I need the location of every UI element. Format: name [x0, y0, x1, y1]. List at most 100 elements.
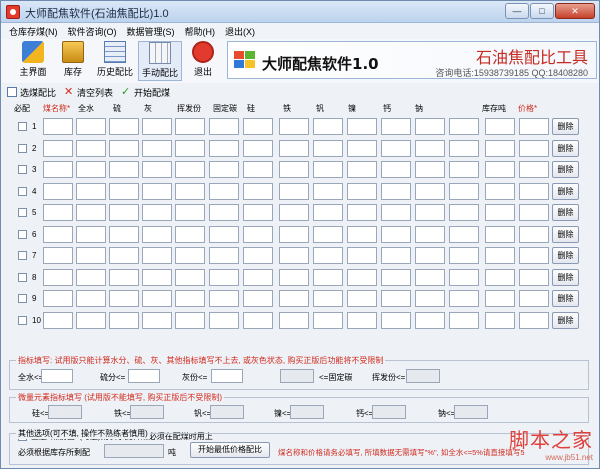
- lowest-price-button[interactable]: 开始最低价格配比: [190, 442, 270, 458]
- grid-cell-input[interactable]: [347, 268, 377, 286]
- grid-cell-input[interactable]: [243, 118, 273, 135]
- delete-row-button[interactable]: 删除: [552, 204, 579, 221]
- grid-cell-input[interactable]: [449, 268, 479, 286]
- row-required-checkbox[interactable]: [18, 208, 27, 217]
- grid-cell-input[interactable]: [175, 247, 205, 264]
- grid-cell-input[interactable]: [109, 118, 139, 135]
- grid-cell-input[interactable]: [175, 290, 205, 307]
- sodium-input[interactable]: [454, 405, 488, 419]
- grid-cell-input[interactable]: [76, 290, 106, 307]
- grid-cell-input[interactable]: [485, 182, 515, 200]
- grid-cell-input[interactable]: [243, 161, 273, 178]
- grid-cell-input[interactable]: [175, 182, 205, 200]
- row-required-checkbox[interactable]: [18, 294, 27, 303]
- grid-cell-input[interactable]: [313, 268, 343, 286]
- grid-cell-input[interactable]: [415, 290, 445, 307]
- grid-cell-input[interactable]: [519, 182, 549, 200]
- grid-cell-input[interactable]: [76, 311, 106, 329]
- grid-cell-input[interactable]: [209, 225, 239, 243]
- grid-cell-input[interactable]: [415, 182, 445, 200]
- grid-cell-input[interactable]: [175, 118, 205, 135]
- grid-cell-input[interactable]: [279, 182, 309, 200]
- grid-cell-input[interactable]: [313, 139, 343, 157]
- grid-cell-input[interactable]: [279, 118, 309, 135]
- grid-cell-input[interactable]: [109, 247, 139, 264]
- grid-cell-input[interactable]: [485, 118, 515, 135]
- grid-cell-input[interactable]: [519, 247, 549, 264]
- grid-cell-input[interactable]: [76, 225, 106, 243]
- grid-cell-input[interactable]: [76, 182, 106, 200]
- grid-cell-input[interactable]: [43, 182, 73, 200]
- grid-cell-input[interactable]: [381, 268, 411, 286]
- delete-row-button[interactable]: 删除: [552, 139, 579, 157]
- grid-cell-input[interactable]: [519, 268, 549, 286]
- grid-cell-input[interactable]: [43, 225, 73, 243]
- iron-input[interactable]: [130, 405, 164, 419]
- menu-help[interactable]: 帮助(H): [185, 25, 216, 38]
- grid-cell-input[interactable]: [381, 118, 411, 135]
- grid-cell-input[interactable]: [175, 139, 205, 157]
- grid-cell-input[interactable]: [313, 311, 343, 329]
- minimize-button[interactable]: —: [505, 3, 529, 19]
- tool-stock[interactable]: 库存: [53, 41, 93, 81]
- grid-cell-input[interactable]: [313, 290, 343, 307]
- tool-manual[interactable]: 手动配比: [138, 41, 182, 81]
- grid-cell-input[interactable]: [313, 161, 343, 178]
- grid-cell-input[interactable]: [209, 118, 239, 135]
- grid-cell-input[interactable]: [485, 225, 515, 243]
- grid-cell-input[interactable]: [449, 118, 479, 135]
- grid-cell-input[interactable]: [449, 225, 479, 243]
- grid-cell-input[interactable]: [209, 311, 239, 329]
- menu-storage[interactable]: 仓库存煤(N): [9, 25, 58, 38]
- delete-row-button[interactable]: 删除: [552, 268, 579, 286]
- grid-cell-input[interactable]: [142, 225, 172, 243]
- grid-cell-input[interactable]: [243, 311, 273, 329]
- stock-limit-input[interactable]: [104, 444, 164, 458]
- grid-cell-input[interactable]: [449, 161, 479, 178]
- menu-exit[interactable]: 退出(X): [225, 25, 255, 38]
- grid-cell-input[interactable]: [175, 204, 205, 221]
- grid-cell-input[interactable]: [519, 311, 549, 329]
- grid-cell-input[interactable]: [175, 161, 205, 178]
- grid-cell-input[interactable]: [243, 268, 273, 286]
- fixed-carbon-input[interactable]: [280, 369, 314, 383]
- delete-row-button[interactable]: 删除: [552, 182, 579, 200]
- grid-cell-input[interactable]: [109, 161, 139, 178]
- grid-cell-input[interactable]: [347, 161, 377, 178]
- delete-row-button[interactable]: 删除: [552, 247, 579, 264]
- clear-list-button[interactable]: ✕ 清空列表: [64, 86, 113, 99]
- grid-cell-input[interactable]: [415, 247, 445, 264]
- row-required-checkbox[interactable]: [18, 122, 27, 131]
- grid-cell-input[interactable]: [381, 290, 411, 307]
- grid-cell-input[interactable]: [109, 204, 139, 221]
- grid-cell-input[interactable]: [43, 161, 73, 178]
- grid-cell-input[interactable]: [519, 139, 549, 157]
- grid-cell-input[interactable]: [175, 311, 205, 329]
- grid-cell-input[interactable]: [142, 290, 172, 307]
- grid-cell-input[interactable]: [43, 268, 73, 286]
- select-coal-button[interactable]: 选煤配比: [7, 86, 56, 99]
- grid-cell-input[interactable]: [209, 139, 239, 157]
- grid-cell-input[interactable]: [381, 204, 411, 221]
- tool-history[interactable]: 历史配比: [93, 41, 137, 81]
- grid-cell-input[interactable]: [485, 139, 515, 157]
- grid-cell-input[interactable]: [109, 139, 139, 157]
- grid-cell-input[interactable]: [175, 225, 205, 243]
- grid-cell-input[interactable]: [519, 225, 549, 243]
- grid-cell-input[interactable]: [485, 311, 515, 329]
- row-required-checkbox[interactable]: [18, 229, 27, 239]
- grid-cell-input[interactable]: [279, 204, 309, 221]
- grid-cell-input[interactable]: [76, 139, 106, 157]
- grid-cell-input[interactable]: [519, 204, 549, 221]
- grid-cell-input[interactable]: [76, 161, 106, 178]
- close-button[interactable]: ✕: [555, 3, 595, 19]
- grid-cell-input[interactable]: [279, 247, 309, 264]
- grid-cell-input[interactable]: [142, 268, 172, 286]
- grid-cell-input[interactable]: [109, 311, 139, 329]
- grid-cell-input[interactable]: [313, 204, 343, 221]
- grid-cell-input[interactable]: [43, 204, 73, 221]
- start-blend-button[interactable]: ✓ 开始配煤: [121, 86, 170, 99]
- grid-cell-input[interactable]: [485, 247, 515, 264]
- grid-cell-input[interactable]: [109, 268, 139, 286]
- grid-cell-input[interactable]: [347, 225, 377, 243]
